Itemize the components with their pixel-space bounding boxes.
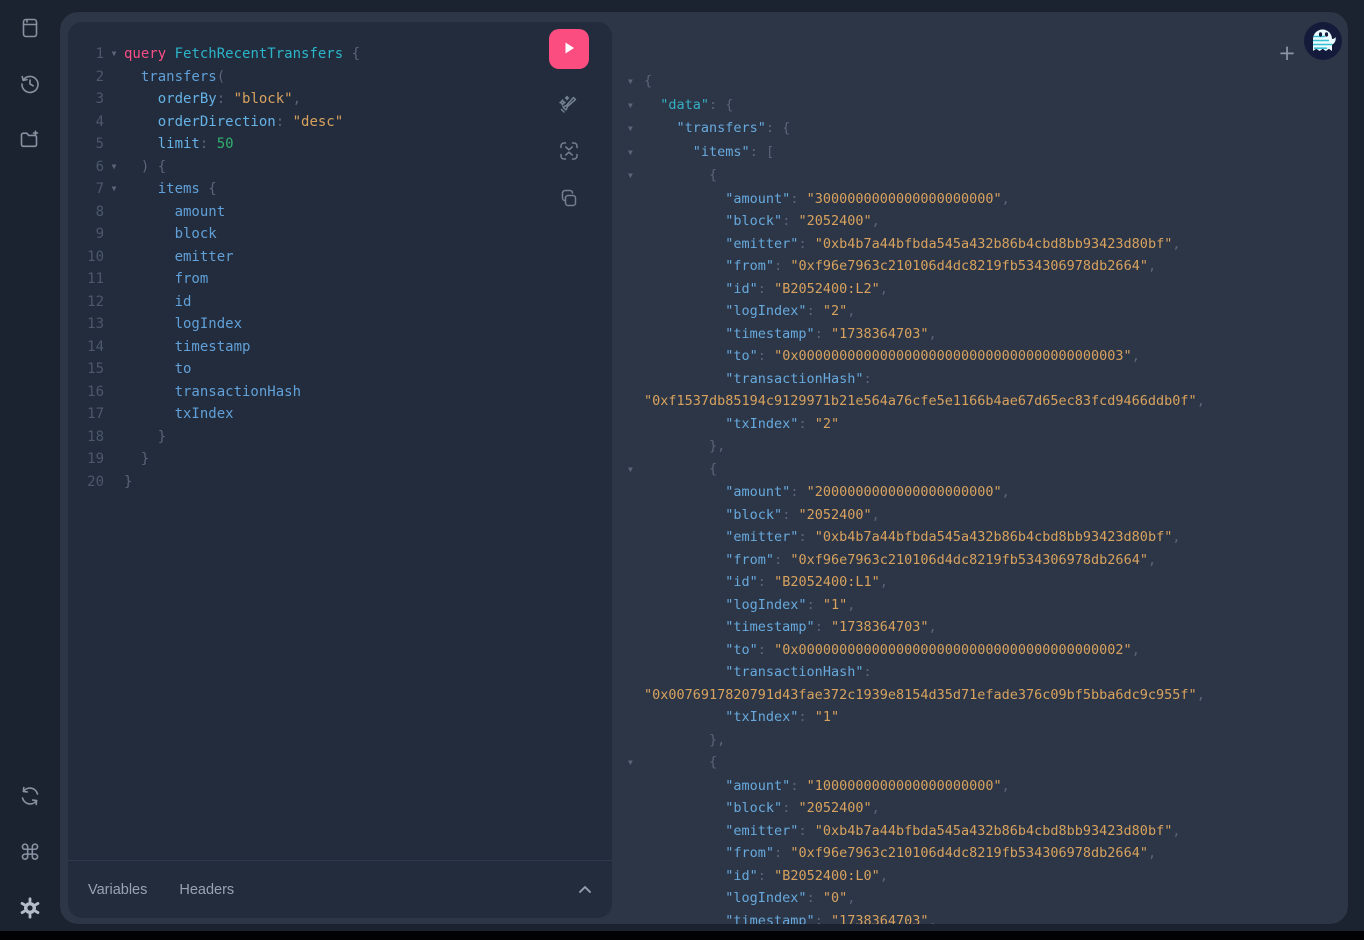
response-line: }, (628, 435, 1340, 458)
code-line: 6▼ ) { (68, 156, 612, 179)
response-line: "timestamp": "1738364703", (628, 323, 1340, 346)
code-line: 4 orderDirection: "desc" (68, 111, 612, 134)
response-line: "block": "2052400", (628, 797, 1340, 820)
ghost-logo[interactable] (1303, 21, 1343, 61)
playground-window: 1▼query FetchRecentTransfers {2 transfer… (60, 12, 1348, 924)
response-line: "block": "2052400", (628, 210, 1340, 233)
response-line: "id": "B2052400:L0", (628, 865, 1340, 888)
run-query-button[interactable] (549, 29, 589, 69)
tab-headers[interactable]: Headers (179, 882, 234, 898)
response-line: "0x0076917820791d43fae372c1939e8154d35d7… (628, 684, 1340, 707)
response-line: "block": "2052400", (628, 504, 1340, 527)
code-line: 5 limit: 50 (68, 133, 612, 156)
history-icon (19, 73, 41, 98)
prettify-icon (557, 92, 581, 119)
response-line: }, (628, 729, 1340, 752)
response-line: "logIndex": "2", (628, 300, 1340, 323)
response-line: ▼ { (628, 164, 1340, 188)
response-line: "0xf1537db85194c9129971b21e564a76cfe5e11… (628, 390, 1340, 413)
code-line: 12 id (68, 291, 612, 314)
response-line: "id": "B2052400:L1", (628, 571, 1340, 594)
code-line: 11 from (68, 268, 612, 291)
response-line: "logIndex": "1", (628, 594, 1340, 617)
response-line: ▼ "data": { (628, 94, 1340, 118)
tab-variables[interactable]: Variables (88, 882, 147, 898)
code-line: 1▼query FetchRecentTransfers { (68, 43, 612, 66)
response-line: "emitter": "0xb4b7a44bfbda545a432b86b4cb… (628, 820, 1340, 843)
code-line: 17 txIndex (68, 403, 612, 426)
code-line: 20} (68, 471, 612, 494)
chevron-up-icon (578, 882, 592, 897)
editor-footer: Variables Headers (68, 860, 612, 918)
docs-button[interactable] (13, 12, 47, 46)
docs-icon (19, 17, 41, 42)
merge-button[interactable] (555, 138, 583, 166)
code-line: 15 to (68, 358, 612, 381)
response-line: "emitter": "0xb4b7a44bfbda545a432b86b4cb… (628, 526, 1340, 549)
code-line: 14 timestamp (68, 336, 612, 359)
screen-edge (0, 931, 1364, 940)
code-line: 8 amount (68, 201, 612, 224)
code-line: 3 orderBy: "block", (68, 88, 612, 111)
response-viewer[interactable]: ▼{▼ "data": {▼ "transfers": {▼ "items": … (628, 70, 1340, 924)
response-line: "to": "0x0000000000000000000000000000000… (628, 639, 1340, 662)
shortcuts-button[interactable]: ⌘ (13, 836, 47, 870)
settings-button[interactable] (13, 892, 47, 926)
response-line: "amount": "1000000000000000000000", (628, 775, 1340, 798)
response-line: ▼ { (628, 751, 1340, 775)
response-line: "emitter": "0xb4b7a44bfbda545a432b86b4cb… (628, 233, 1340, 256)
response-line: "timestamp": "1738364703", (628, 910, 1340, 925)
play-icon (561, 40, 577, 59)
response-line: "to": "0x0000000000000000000000000000000… (628, 345, 1340, 368)
response-line: "transactionHash": (628, 661, 1340, 684)
code-line: 13 logIndex (68, 313, 612, 336)
copy-button[interactable] (555, 186, 583, 214)
query-editor-panel: 1▼query FetchRecentTransfers {2 transfer… (68, 22, 612, 918)
history-button[interactable] (13, 68, 47, 102)
response-line: "id": "B2052400:L2", (628, 278, 1340, 301)
response-line: "txIndex": "2" (628, 413, 1340, 436)
refresh-schema-button[interactable] (13, 780, 47, 814)
collections-button[interactable] (13, 124, 47, 158)
response-line: ▼ "items": [ (628, 141, 1340, 165)
refresh-icon (19, 785, 41, 810)
code-line: 2 transfers( (68, 66, 612, 89)
response-line: "txIndex": "1" (628, 706, 1340, 729)
code-line: 10 emitter (68, 246, 612, 269)
code-line: 16 transactionHash (68, 381, 612, 404)
code-line: 18 } (68, 426, 612, 449)
collapse-footer-button[interactable] (578, 882, 592, 897)
code-line: 19 } (68, 448, 612, 471)
command-icon: ⌘ (19, 841, 41, 866)
response-line: "timestamp": "1738364703", (628, 616, 1340, 639)
folder-plus-icon (19, 129, 41, 154)
code-line: 9 block (68, 223, 612, 246)
query-editor[interactable]: 1▼query FetchRecentTransfers {2 transfer… (68, 22, 612, 860)
response-line: "logIndex": "0", (628, 887, 1340, 910)
response-line: "amount": "2000000000000000000000", (628, 481, 1340, 504)
gear-icon (18, 896, 42, 923)
merge-icon (557, 139, 581, 166)
response-line: "amount": "3000000000000000000000", (628, 188, 1340, 211)
response-line: "from": "0xf96e7963c210106d4dc8219fb5343… (628, 842, 1340, 865)
response-line: ▼ { (628, 458, 1340, 482)
code-line: 7▼ items { (68, 178, 612, 201)
app-root: { "colors": { "page_bg": "#1b2330", "win… (0, 0, 1364, 940)
response-line: "from": "0xf96e7963c210106d4dc8219fb5343… (628, 255, 1340, 278)
prettify-button[interactable] (555, 91, 583, 119)
add-tab-button[interactable]: + (1273, 39, 1301, 67)
response-line: ▼{ (628, 70, 1340, 94)
copy-icon (558, 188, 580, 213)
response-line: ▼ "transfers": { (628, 117, 1340, 141)
response-line: "from": "0xf96e7963c210106d4dc8219fb5343… (628, 549, 1340, 572)
left-rail: ⌘ (0, 0, 60, 940)
response-line: "transactionHash": (628, 368, 1340, 391)
